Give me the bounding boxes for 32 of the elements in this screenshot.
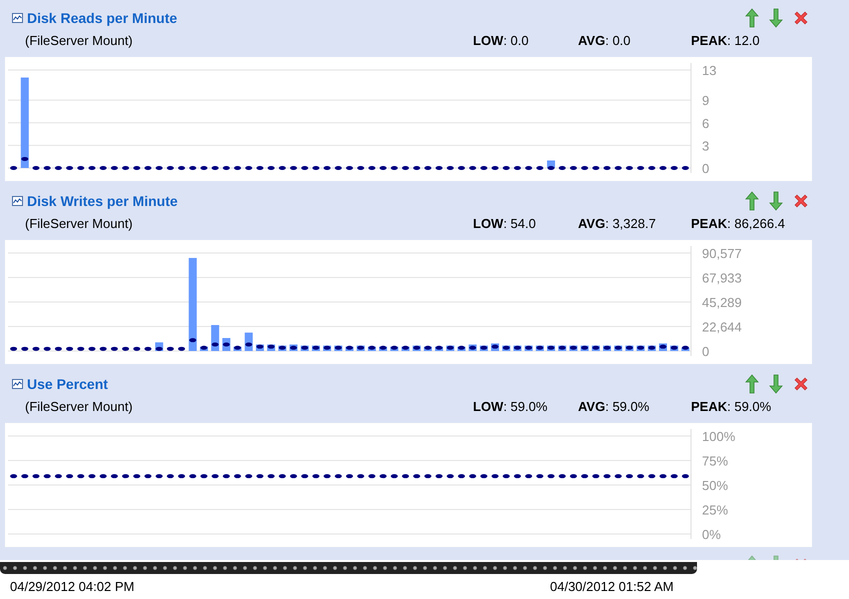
stat-text: AVG: 0.0 xyxy=(578,32,632,48)
axis-label: 9 xyxy=(702,93,710,108)
panel-subtitle: (FileServer Mount) xyxy=(25,398,134,414)
stat-text: LOW: 59.0% xyxy=(473,398,548,414)
axis-label: 0 xyxy=(702,344,710,359)
panel-subtitle: (FileServer Mount) xyxy=(25,32,134,48)
axis-label: 0% xyxy=(702,527,721,542)
axis-label: 75% xyxy=(702,454,728,468)
axis-label: 3 xyxy=(702,138,710,154)
panel-subtitle: (FileServer Mount) xyxy=(25,216,134,230)
axis-label: 45,289 xyxy=(702,295,742,310)
axis-label: 6 xyxy=(702,116,710,131)
axis-label: 13 xyxy=(702,63,716,78)
stat-text: PEAK: 12.0 xyxy=(691,32,761,48)
panel-title-link[interactable]: Disk Writes per Minute xyxy=(27,193,178,209)
axis-label: 50% xyxy=(702,478,728,493)
axis-label: 100% xyxy=(702,429,736,444)
stat-text: PEAK: 86,266.4 xyxy=(691,216,786,230)
end-date: 04/30/2012 01:52 AM xyxy=(550,579,675,594)
stat-text: PEAK: 59.0% xyxy=(691,398,772,414)
panel-title-link[interactable]: Disk Reads per Minute xyxy=(27,10,178,26)
axis-label: 25% xyxy=(702,502,728,518)
axis-label: 22,644 xyxy=(702,320,742,334)
panel-title-link[interactable]: Use Percent xyxy=(27,376,108,392)
stat-text: LOW: 54.0 xyxy=(473,216,537,230)
stat-text: AVG: 3,328.7 xyxy=(578,216,657,230)
stat-text: AVG: 59.0% xyxy=(578,398,650,414)
axis-label: 0 xyxy=(702,161,710,176)
axis-label: 67,933 xyxy=(702,270,742,286)
start-date: 04/29/2012 04:02 PM xyxy=(10,579,136,594)
stat-text: LOW: 0.0 xyxy=(473,32,530,48)
axis-label: 90,577 xyxy=(702,246,742,261)
